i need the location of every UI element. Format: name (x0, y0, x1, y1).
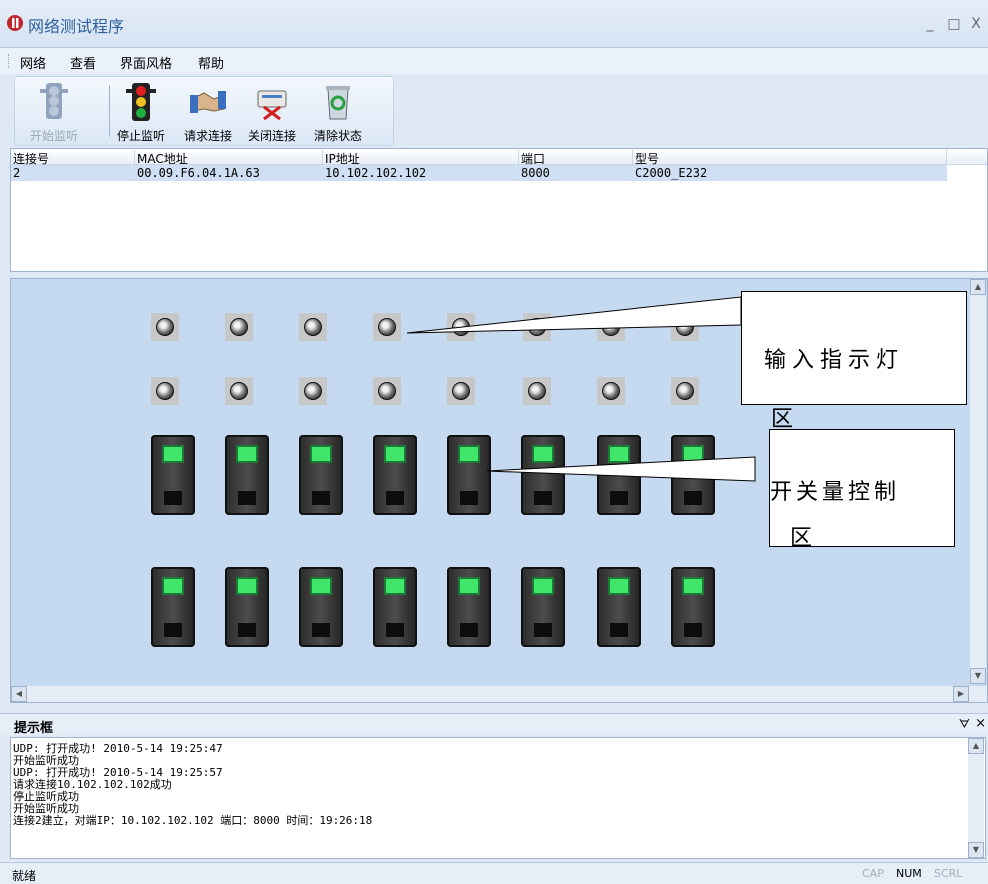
start-listen-button[interactable]: 开始监听 (15, 79, 93, 145)
menu-bar: 网络 查看 界面风格 帮助 (0, 48, 988, 74)
message-panel-header: 提示框 ᗊ × (0, 713, 988, 736)
status-text: 就绪 (12, 869, 37, 883)
pin-icon[interactable]: ᗊ (959, 717, 970, 732)
callout-switch-area: 开关量控制 区 (769, 429, 955, 551)
request-connect-label: 请求连接 (183, 129, 232, 143)
title-bar: 网络测试程序 _ □ X (0, 0, 988, 48)
message-panel-title: 提示框 (14, 721, 54, 736)
list-header: 连接号 MAC地址 IP地址 端口 型号 (11, 149, 987, 166)
clear-status-button[interactable]: 清除状态 (307, 79, 369, 145)
close-connect-label: 关闭连接 (247, 129, 296, 143)
scroll-left-button[interactable]: ◀ (11, 686, 27, 702)
minimize-button[interactable]: _ (920, 14, 940, 34)
cell-ip: 10.102.102.102 (325, 166, 427, 180)
col-mac[interactable]: MAC地址 (135, 150, 323, 166)
menu-help[interactable]: 帮助 (198, 53, 224, 72)
log-line: 连接2建立，对端IP：10.102.102.102 端口：8000 时间：19:… (13, 814, 373, 827)
handshake-icon (190, 91, 226, 113)
io-canvas: 输入指示灯 区 开关量控制 区 ▲ ▼ ◀ ▶ (10, 278, 988, 703)
table-row[interactable]: 2 00.09.F6.04.1A.63 10.102.102.102 8000 … (11, 165, 947, 181)
window-title: 网络测试程序 (28, 17, 125, 36)
scroll-down-button[interactable]: ▼ (970, 668, 986, 684)
col-model[interactable]: 型号 (633, 150, 947, 166)
scroll-right-button[interactable]: ▶ (953, 686, 969, 702)
cell-port: 8000 (521, 166, 550, 180)
vertical-scrollbar[interactable]: ▲ ▼ (970, 279, 986, 684)
callout-input-area: 输入指示灯 (741, 291, 967, 405)
app-icon (7, 15, 23, 31)
traffic-light-disabled-icon (40, 83, 68, 119)
traffic-light-icon (126, 83, 156, 121)
menu-grip (8, 54, 11, 68)
horizontal-scrollbar[interactable]: ◀ ▶ (11, 686, 987, 702)
clear-status-label: 清除状态 (313, 129, 362, 143)
stop-listen-button[interactable]: 停止监听 (109, 79, 173, 145)
toolbar: 开始监听 停止监听 请求连接 关闭连接 清除状态 (14, 76, 394, 146)
callout-input-text: 输入指示灯 (764, 348, 905, 373)
log-scrollbar[interactable]: ▲ ▼ (968, 738, 984, 858)
col-port[interactable]: 端口 (519, 150, 633, 166)
menu-view[interactable]: 查看 (70, 53, 96, 72)
panel-close-icon[interactable]: × (975, 716, 986, 731)
log-scroll-down[interactable]: ▼ (968, 842, 984, 858)
scroll-up-button[interactable]: ▲ (970, 279, 986, 295)
scrl-indicator: SCRL (934, 867, 963, 880)
recycle-bin-icon (326, 86, 350, 120)
close-button[interactable]: X (966, 14, 986, 34)
cell-connection-id: 2 (13, 166, 21, 180)
connection-list[interactable]: 连接号 MAC地址 IP地址 端口 型号 2 00.09.F6.04.1A.63… (10, 148, 988, 272)
menu-style[interactable]: 界面风格 (120, 53, 172, 72)
col-ip[interactable]: IP地址 (323, 150, 519, 166)
request-connect-button[interactable]: 请求连接 (177, 79, 239, 145)
callout-switch-text: 开关量控制 (770, 480, 901, 505)
num-indicator: NUM (896, 867, 922, 880)
status-bar: 就绪 CAP NUM SCRL (0, 862, 988, 884)
callout-switch-suffix: 区 (790, 526, 813, 551)
start-listen-label: 开始监听 (29, 129, 78, 143)
col-connection-id[interactable]: 连接号 (11, 150, 135, 166)
stop-listen-label: 停止监听 (116, 129, 165, 143)
maximize-button[interactable]: □ (944, 14, 964, 34)
menu-network[interactable]: 网络 (20, 53, 46, 72)
close-connect-button[interactable]: 关闭连接 (241, 79, 303, 145)
disconnect-icon (257, 90, 287, 121)
cell-model: C2000_E232 (635, 166, 708, 180)
log-scroll-up[interactable]: ▲ (968, 738, 984, 754)
cell-mac: 00.09.F6.04.1A.63 (137, 166, 260, 180)
message-log[interactable]: UDP: 打开成功! 2010-5-14 19:25:47 开始监听成功 UDP… (10, 737, 986, 859)
cap-indicator: CAP (862, 867, 884, 880)
